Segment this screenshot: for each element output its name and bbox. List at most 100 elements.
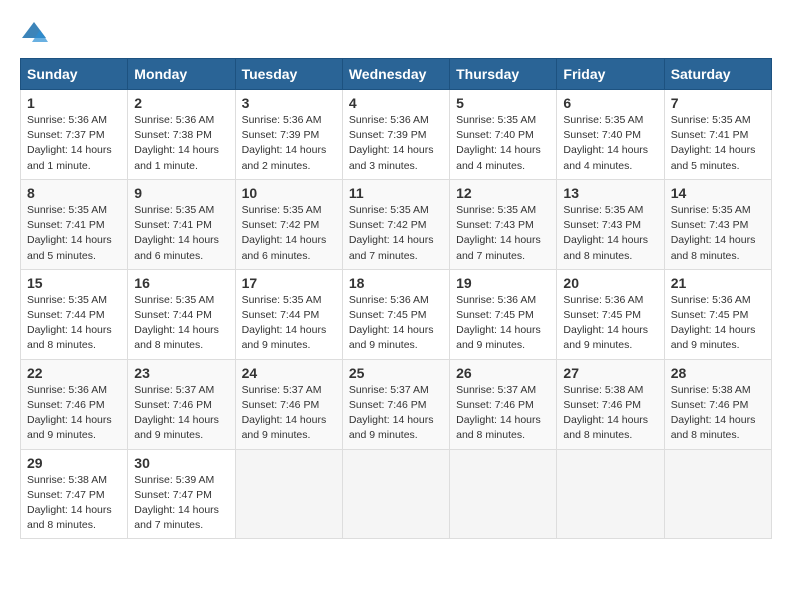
day-number: 12: [456, 185, 550, 201]
day-cell: 15 Sunrise: 5:35 AM Sunset: 7:44 PM Dayl…: [21, 269, 128, 359]
day-info: Sunrise: 5:37 AM Sunset: 7:46 PM Dayligh…: [242, 383, 336, 444]
day-cell: 23 Sunrise: 5:37 AM Sunset: 7:46 PM Dayl…: [128, 359, 235, 449]
day-info: Sunrise: 5:36 AM Sunset: 7:45 PM Dayligh…: [349, 293, 443, 354]
day-number: 19: [456, 275, 550, 291]
day-number: 25: [349, 365, 443, 381]
week-row-3: 15 Sunrise: 5:35 AM Sunset: 7:44 PM Dayl…: [21, 269, 772, 359]
day-number: 10: [242, 185, 336, 201]
day-number: 15: [27, 275, 121, 291]
day-info: Sunrise: 5:35 AM Sunset: 7:42 PM Dayligh…: [242, 203, 336, 264]
day-cell: 28 Sunrise: 5:38 AM Sunset: 7:46 PM Dayl…: [664, 359, 771, 449]
week-row-1: 1 Sunrise: 5:36 AM Sunset: 7:37 PM Dayli…: [21, 90, 772, 180]
day-cell: 20 Sunrise: 5:36 AM Sunset: 7:45 PM Dayl…: [557, 269, 664, 359]
day-cell: 22 Sunrise: 5:36 AM Sunset: 7:46 PM Dayl…: [21, 359, 128, 449]
day-cell: [342, 449, 449, 539]
day-number: 3: [242, 95, 336, 111]
day-cell: 5 Sunrise: 5:35 AM Sunset: 7:40 PM Dayli…: [450, 90, 557, 180]
day-cell: 27 Sunrise: 5:38 AM Sunset: 7:46 PM Dayl…: [557, 359, 664, 449]
day-info: Sunrise: 5:35 AM Sunset: 7:43 PM Dayligh…: [456, 203, 550, 264]
day-number: 7: [671, 95, 765, 111]
week-row-4: 22 Sunrise: 5:36 AM Sunset: 7:46 PM Dayl…: [21, 359, 772, 449]
day-cell: 8 Sunrise: 5:35 AM Sunset: 7:41 PM Dayli…: [21, 179, 128, 269]
day-cell: 13 Sunrise: 5:35 AM Sunset: 7:43 PM Dayl…: [557, 179, 664, 269]
day-cell: 30 Sunrise: 5:39 AM Sunset: 7:47 PM Dayl…: [128, 449, 235, 539]
day-info: Sunrise: 5:39 AM Sunset: 7:47 PM Dayligh…: [134, 473, 228, 534]
day-number: 9: [134, 185, 228, 201]
day-cell: 11 Sunrise: 5:35 AM Sunset: 7:42 PM Dayl…: [342, 179, 449, 269]
day-info: Sunrise: 5:35 AM Sunset: 7:40 PM Dayligh…: [563, 113, 657, 174]
header-cell-sunday: Sunday: [21, 59, 128, 90]
day-number: 5: [456, 95, 550, 111]
header-cell-monday: Monday: [128, 59, 235, 90]
day-number: 30: [134, 455, 228, 471]
day-info: Sunrise: 5:35 AM Sunset: 7:44 PM Dayligh…: [134, 293, 228, 354]
header-row: SundayMondayTuesdayWednesdayThursdayFrid…: [21, 59, 772, 90]
day-info: Sunrise: 5:35 AM Sunset: 7:41 PM Dayligh…: [671, 113, 765, 174]
day-cell: 2 Sunrise: 5:36 AM Sunset: 7:38 PM Dayli…: [128, 90, 235, 180]
day-cell: 7 Sunrise: 5:35 AM Sunset: 7:41 PM Dayli…: [664, 90, 771, 180]
day-number: 27: [563, 365, 657, 381]
day-cell: 9 Sunrise: 5:35 AM Sunset: 7:41 PM Dayli…: [128, 179, 235, 269]
header-cell-friday: Friday: [557, 59, 664, 90]
day-cell: 6 Sunrise: 5:35 AM Sunset: 7:40 PM Dayli…: [557, 90, 664, 180]
calendar-table: SundayMondayTuesdayWednesdayThursdayFrid…: [20, 58, 772, 539]
day-number: 16: [134, 275, 228, 291]
page-header: [20, 20, 772, 48]
day-info: Sunrise: 5:36 AM Sunset: 7:45 PM Dayligh…: [456, 293, 550, 354]
header-cell-tuesday: Tuesday: [235, 59, 342, 90]
day-info: Sunrise: 5:38 AM Sunset: 7:46 PM Dayligh…: [671, 383, 765, 444]
day-cell: [557, 449, 664, 539]
day-number: 18: [349, 275, 443, 291]
day-number: 8: [27, 185, 121, 201]
day-cell: 17 Sunrise: 5:35 AM Sunset: 7:44 PM Dayl…: [235, 269, 342, 359]
day-info: Sunrise: 5:35 AM Sunset: 7:41 PM Dayligh…: [134, 203, 228, 264]
day-cell: 21 Sunrise: 5:36 AM Sunset: 7:45 PM Dayl…: [664, 269, 771, 359]
day-info: Sunrise: 5:35 AM Sunset: 7:44 PM Dayligh…: [27, 293, 121, 354]
day-info: Sunrise: 5:35 AM Sunset: 7:40 PM Dayligh…: [456, 113, 550, 174]
day-info: Sunrise: 5:37 AM Sunset: 7:46 PM Dayligh…: [134, 383, 228, 444]
header-cell-wednesday: Wednesday: [342, 59, 449, 90]
day-number: 6: [563, 95, 657, 111]
day-info: Sunrise: 5:35 AM Sunset: 7:42 PM Dayligh…: [349, 203, 443, 264]
day-number: 28: [671, 365, 765, 381]
day-cell: 14 Sunrise: 5:35 AM Sunset: 7:43 PM Dayl…: [664, 179, 771, 269]
day-number: 20: [563, 275, 657, 291]
day-info: Sunrise: 5:36 AM Sunset: 7:45 PM Dayligh…: [563, 293, 657, 354]
day-number: 4: [349, 95, 443, 111]
logo-icon: [20, 20, 48, 48]
day-cell: [664, 449, 771, 539]
day-info: Sunrise: 5:37 AM Sunset: 7:46 PM Dayligh…: [456, 383, 550, 444]
day-cell: [235, 449, 342, 539]
day-info: Sunrise: 5:35 AM Sunset: 7:43 PM Dayligh…: [671, 203, 765, 264]
day-cell: 26 Sunrise: 5:37 AM Sunset: 7:46 PM Dayl…: [450, 359, 557, 449]
day-cell: 16 Sunrise: 5:35 AM Sunset: 7:44 PM Dayl…: [128, 269, 235, 359]
day-cell: 18 Sunrise: 5:36 AM Sunset: 7:45 PM Dayl…: [342, 269, 449, 359]
day-number: 22: [27, 365, 121, 381]
day-cell: 3 Sunrise: 5:36 AM Sunset: 7:39 PM Dayli…: [235, 90, 342, 180]
day-info: Sunrise: 5:35 AM Sunset: 7:44 PM Dayligh…: [242, 293, 336, 354]
logo: [20, 20, 52, 48]
day-info: Sunrise: 5:36 AM Sunset: 7:39 PM Dayligh…: [349, 113, 443, 174]
day-cell: 24 Sunrise: 5:37 AM Sunset: 7:46 PM Dayl…: [235, 359, 342, 449]
day-cell: 12 Sunrise: 5:35 AM Sunset: 7:43 PM Dayl…: [450, 179, 557, 269]
day-cell: [450, 449, 557, 539]
day-number: 21: [671, 275, 765, 291]
header-cell-thursday: Thursday: [450, 59, 557, 90]
day-info: Sunrise: 5:38 AM Sunset: 7:47 PM Dayligh…: [27, 473, 121, 534]
day-number: 13: [563, 185, 657, 201]
day-info: Sunrise: 5:36 AM Sunset: 7:38 PM Dayligh…: [134, 113, 228, 174]
day-number: 17: [242, 275, 336, 291]
day-number: 1: [27, 95, 121, 111]
day-number: 23: [134, 365, 228, 381]
day-cell: 25 Sunrise: 5:37 AM Sunset: 7:46 PM Dayl…: [342, 359, 449, 449]
day-info: Sunrise: 5:38 AM Sunset: 7:46 PM Dayligh…: [563, 383, 657, 444]
day-number: 29: [27, 455, 121, 471]
day-cell: 10 Sunrise: 5:35 AM Sunset: 7:42 PM Dayl…: [235, 179, 342, 269]
day-info: Sunrise: 5:36 AM Sunset: 7:46 PM Dayligh…: [27, 383, 121, 444]
day-info: Sunrise: 5:37 AM Sunset: 7:46 PM Dayligh…: [349, 383, 443, 444]
day-number: 2: [134, 95, 228, 111]
header-cell-saturday: Saturday: [664, 59, 771, 90]
day-info: Sunrise: 5:36 AM Sunset: 7:45 PM Dayligh…: [671, 293, 765, 354]
day-info: Sunrise: 5:35 AM Sunset: 7:43 PM Dayligh…: [563, 203, 657, 264]
day-info: Sunrise: 5:36 AM Sunset: 7:37 PM Dayligh…: [27, 113, 121, 174]
